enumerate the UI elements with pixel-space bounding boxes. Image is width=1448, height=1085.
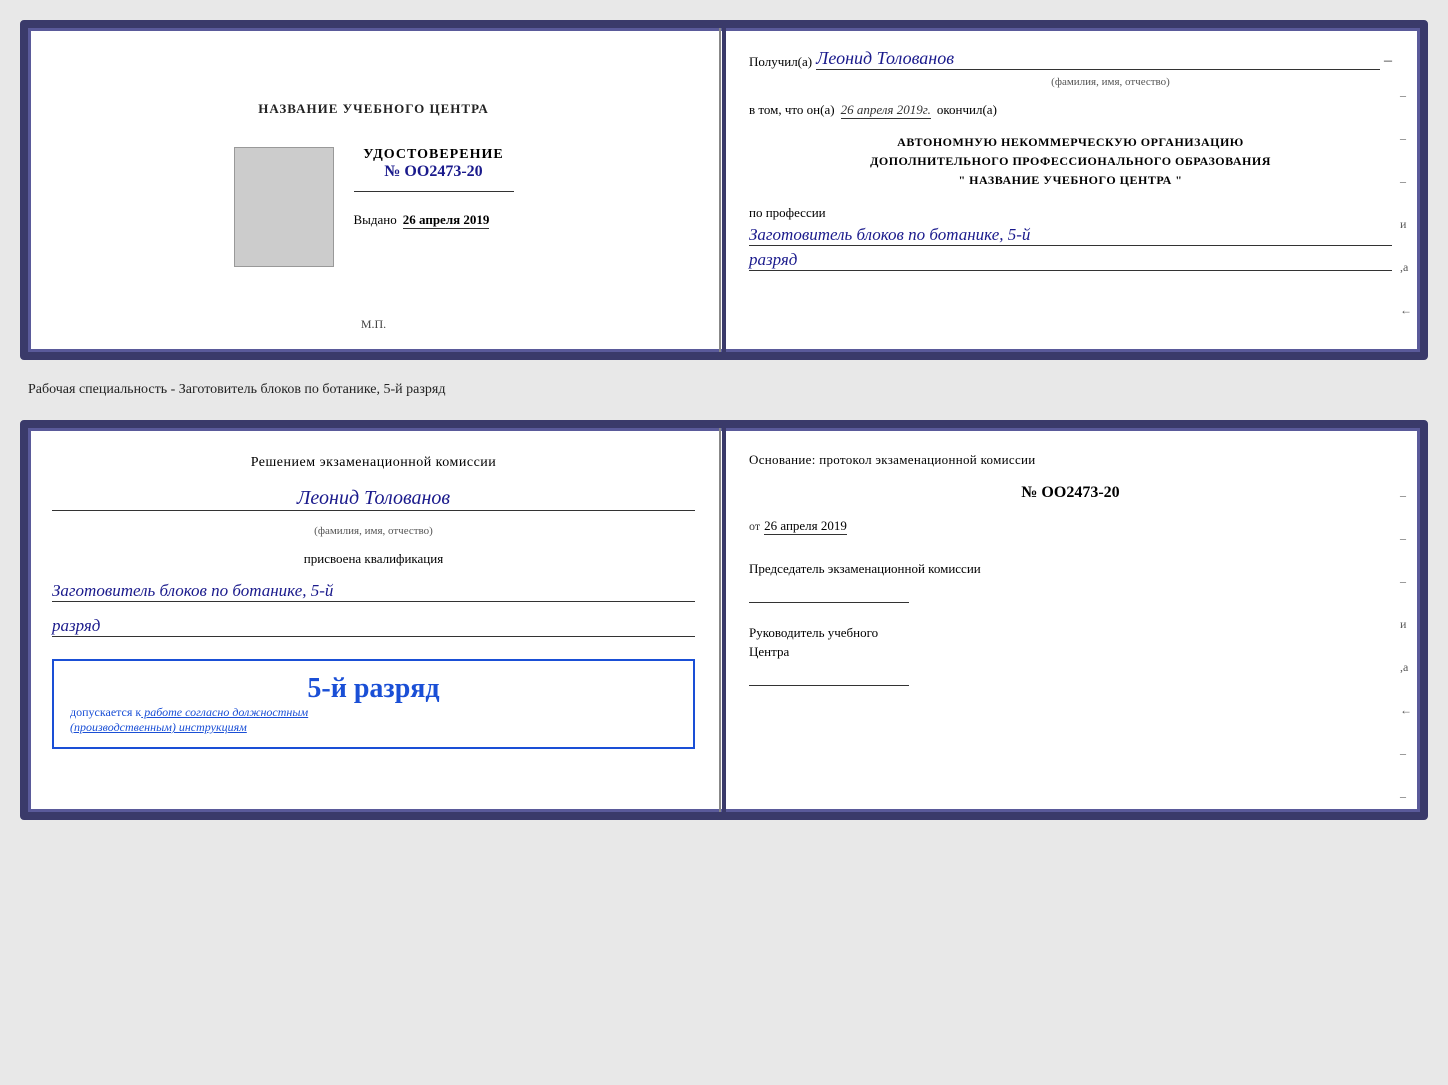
right-marks-bottom: – – – и ,а ← – – – – – [1400,488,1412,820]
stamp-allowed: допускается к работе согласно должностны… [70,705,677,735]
bottom-doc-right: Основание: протокол экзаменационной коми… [721,428,1420,812]
fio-label-top: (фамилия, имя, отчество) [829,76,1392,88]
issued-label: Выдано [354,212,397,228]
org-line3: " НАЗВАНИЕ УЧЕБНОГО ЦЕНТРА " [959,173,1183,187]
bot-date-prefix: от [749,519,760,534]
bot-cert-number: № OO2473-20 [749,484,1392,502]
stamp-allowed-line2: (производственным) инструкциям [70,720,247,734]
recipient-dash: – [1384,52,1392,70]
certificate-title-block: УДОСТОВЕРЕНИЕ № OO2473-20 Выдано 26 апре… [354,147,514,229]
chair-sig-line [749,583,909,603]
top-doc-left: НАЗВАНИЕ УЧЕБНОГО ЦЕНТРА УДОСТОВЕРЕНИЕ №… [28,28,721,352]
bot-name: Леонид Толованов [52,487,695,511]
top-left-center: НАЗВАНИЕ УЧЕБНОГО ЦЕНТРА УДОСТОВЕРЕНИЕ №… [234,58,514,309]
issued-line: Выдано 26 апреля 2019 [354,212,514,229]
issued-date: 26 апреля 2019 [403,212,490,229]
basis-line: Основание: протокол экзаменационной коми… [749,452,1392,468]
org-block: АВТОНОМНУЮ НЕКОММЕРЧЕСКУЮ ОРГАНИЗАЦИЮ ДО… [749,133,1392,191]
org-line2: ДОПОЛНИТЕЛЬНОГО ПРОФЕССИОНАЛЬНОГО ОБРАЗО… [870,154,1271,168]
chair-block: Председатель экзаменационной комиссии [749,559,1392,603]
page-wrapper: НАЗВАНИЕ УЧЕБНОГО ЦЕНТРА УДОСТОВЕРЕНИЕ №… [20,20,1428,820]
training-center-label: НАЗВАНИЕ УЧЕБНОГО ЦЕНТРА [258,101,489,117]
qualification-assigned: присвоена квалификация [52,551,695,567]
recipient-line: Получил(а) Леонид Толованов – [749,48,1392,70]
profession-name: Заготовитель блоков по ботанике, 5-й [749,225,1392,246]
profession-label: по профессии [749,205,1392,221]
bot-rank: разряд [52,616,695,637]
doc-label: Рабочая специальность - Заготовитель бло… [20,378,1428,402]
qualification-name: Заготовитель блоков по ботанике, 5-й [52,581,695,602]
org-line1: АВТОНОМНУЮ НЕКОММЕРЧЕСКУЮ ОРГАНИЗАЦИЮ [897,135,1244,149]
stamp-rank: 5-й разряд [70,673,677,705]
cert-number: № OO2473-20 [354,163,514,181]
bot-date-line: от 26 апреля 2019 [749,518,1392,535]
completed-suffix: окончил(а) [937,102,997,118]
stamp-label: М.П. [361,317,386,332]
director-title-line2: Центра [749,644,789,659]
completed-prefix: в том, что он(а) [749,102,835,118]
stamp-allowed-italic: работе согласно должностным [141,705,308,719]
bot-fio-label: (фамилия, имя, отчество) [52,525,695,537]
top-doc-right: Получил(а) Леонид Толованов – (фамилия, … [721,28,1420,352]
profession-block: по профессии Заготовитель блоков по бота… [749,205,1392,271]
director-sig-line [749,666,909,686]
bot-date-val: 26 апреля 2019 [764,518,847,535]
recipient-name: Леонид Толованов [816,48,1380,70]
commission-decision: Решением экзаменационной комиссии [52,452,695,473]
signature-block: Председатель экзаменационной комиссии Ру… [749,559,1392,686]
chair-title: Председатель экзаменационной комиссии [749,561,981,576]
photo-placeholder [234,147,334,267]
received-label: Получил(а) [749,54,812,70]
top-document: НАЗВАНИЕ УЧЕБНОГО ЦЕНТРА УДОСТОВЕРЕНИЕ №… [20,20,1428,360]
cert-title: УДОСТОВЕРЕНИЕ [354,147,514,163]
stamp-allowed-prefix: допускается к [70,705,141,719]
stamp-box: 5-й разряд допускается к работе согласно… [52,659,695,749]
director-title-line1: Руководитель учебного [749,625,878,640]
completed-date: 26 апреля 2019г. [841,102,931,119]
completed-line: в том, что он(а) 26 апреля 2019г. окончи… [749,102,1392,119]
bottom-doc-left: Решением экзаменационной комиссии Леонид… [28,428,721,812]
right-marks: – – – и ,а ← – [1400,88,1412,360]
director-block: Руководитель учебного Центра [749,623,1392,686]
bottom-document: Решением экзаменационной комиссии Леонид… [20,420,1428,820]
rank-line: разряд [749,250,1392,271]
